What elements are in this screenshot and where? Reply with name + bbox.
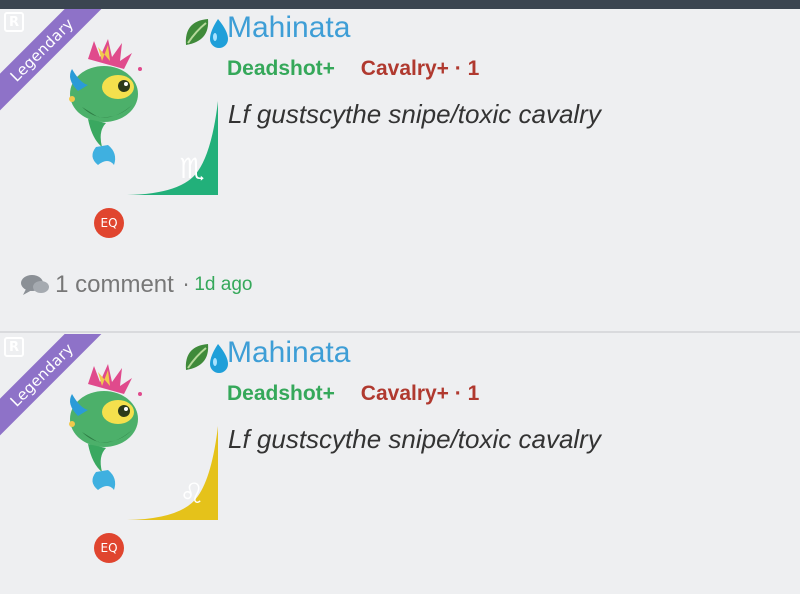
leaf-icon bbox=[185, 344, 209, 370]
post-divider bbox=[0, 331, 800, 333]
tag-row: Deadshot+ Cavalry+ · 1 bbox=[227, 382, 479, 406]
comment-count-link[interactable]: 1 comment bbox=[55, 271, 174, 298]
water-drop-icon bbox=[210, 19, 228, 48]
post-title[interactable]: Lf gustscythe snipe/toxic cavalry bbox=[228, 99, 601, 130]
species-icons bbox=[185, 19, 228, 48]
water-drop-icon bbox=[210, 344, 228, 373]
post-card[interactable]: Legendary R ♏ EQ Mahinata Deadshot+ Cava… bbox=[0, 9, 800, 329]
eq-badge[interactable]: EQ bbox=[94, 533, 124, 563]
leaf-icon bbox=[185, 19, 209, 45]
timestamp: 1d ago bbox=[194, 274, 253, 295]
tag-row: Deadshot+ Cavalry+ · 1 bbox=[227, 57, 479, 81]
top-bar bbox=[0, 0, 800, 9]
species-icons bbox=[185, 344, 228, 373]
comment-bubbles-icon[interactable] bbox=[20, 274, 50, 296]
eq-badge[interactable]: EQ bbox=[94, 208, 124, 238]
tag-red[interactable]: Cavalry+ · 1 bbox=[361, 57, 480, 80]
leo-sign-icon: ♌ bbox=[179, 477, 205, 510]
username-link[interactable]: Mahinata bbox=[227, 336, 350, 370]
username-link[interactable]: Mahinata bbox=[227, 11, 350, 45]
post-card[interactable]: Legendary R ♌ EQ Mahinata Deadshot+ Cava… bbox=[0, 334, 800, 594]
scorpio-sign-icon: ♏ bbox=[179, 152, 205, 185]
tag-green[interactable]: Deadshot+ bbox=[227, 382, 335, 405]
post-meta: 1 comment · 1d ago bbox=[20, 271, 252, 299]
r-badge-icon: R bbox=[4, 12, 24, 32]
r-badge-icon: R bbox=[4, 337, 24, 357]
post-title[interactable]: Lf gustscythe snipe/toxic cavalry bbox=[228, 424, 601, 455]
separator-dot: · bbox=[182, 273, 190, 297]
tag-green[interactable]: Deadshot+ bbox=[227, 57, 335, 80]
tag-red[interactable]: Cavalry+ · 1 bbox=[361, 382, 480, 405]
